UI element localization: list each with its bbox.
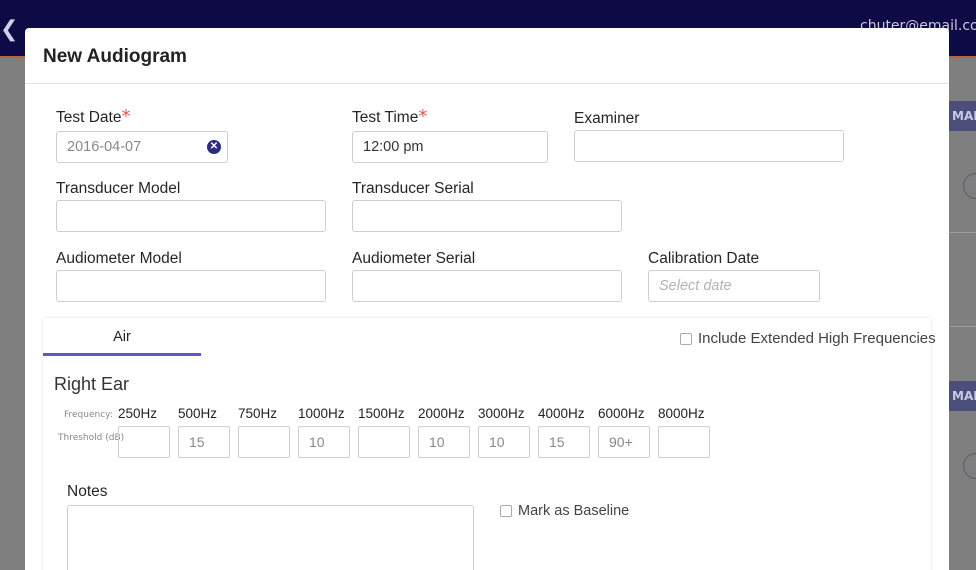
transducer-serial-input[interactable] bbox=[352, 200, 622, 232]
transducer-model-label: Transducer Model bbox=[56, 180, 181, 197]
threshold-input[interactable] bbox=[658, 426, 710, 458]
frequency-row-label: Frequency: bbox=[64, 410, 113, 420]
threshold-input[interactable]: 10 bbox=[298, 426, 350, 458]
notes-label: Notes bbox=[67, 483, 108, 500]
frequency-label: 8000Hz bbox=[658, 406, 705, 421]
test-date-label: Test Date* bbox=[56, 106, 131, 127]
audiometer-serial-input[interactable] bbox=[352, 270, 622, 302]
frequency-label: 2000Hz bbox=[418, 406, 465, 421]
threshold-input[interactable] bbox=[238, 426, 290, 458]
include-extended-frequencies[interactable]: Include Extended High Frequencies bbox=[680, 330, 936, 347]
threshold-input[interactable]: 10 bbox=[418, 426, 470, 458]
modal-title: New Audiogram bbox=[43, 46, 187, 67]
background-tag: MAR bbox=[948, 381, 976, 411]
tab-air[interactable]: Air bbox=[43, 318, 201, 356]
new-audiogram-modal: New Audiogram Test Date* 2016-04-07 ✕ Te… bbox=[25, 28, 949, 570]
extended-frequencies-checkbox[interactable] bbox=[680, 332, 692, 345]
required-mark: * bbox=[121, 106, 131, 127]
modal-header: New Audiogram bbox=[25, 28, 949, 84]
frequency-label: 1000Hz bbox=[298, 406, 345, 421]
clear-date-icon[interactable]: ✕ bbox=[207, 140, 221, 154]
test-time-label: Test Time* bbox=[352, 106, 428, 127]
audiometer-model-input[interactable] bbox=[56, 270, 326, 302]
notes-textarea[interactable] bbox=[67, 505, 474, 570]
test-date-input[interactable]: 2016-04-07 ✕ bbox=[56, 131, 228, 163]
frequency-label: 3000Hz bbox=[478, 406, 525, 421]
required-mark: * bbox=[418, 106, 428, 127]
ear-title: Right Ear bbox=[54, 374, 130, 394]
chevron-left-icon[interactable]: ❮ bbox=[0, 18, 18, 42]
threshold-input[interactable]: 90+ bbox=[598, 426, 650, 458]
frequency-label: 750Hz bbox=[238, 406, 278, 421]
frequency-label: 4000Hz bbox=[538, 406, 585, 421]
frequency-label: 500Hz bbox=[178, 406, 218, 421]
audiometer-model-label: Audiometer Model bbox=[56, 250, 182, 267]
frequency-label: 1500Hz bbox=[358, 406, 405, 421]
mark-as-baseline[interactable]: Mark as Baseline bbox=[500, 503, 629, 519]
examiner-label: Examiner bbox=[574, 110, 640, 127]
background-divider bbox=[948, 326, 976, 327]
threshold-row-label: Threshold (dB) bbox=[58, 433, 125, 443]
audiometer-serial-label: Audiometer Serial bbox=[352, 250, 476, 267]
frequency-label: 6000Hz bbox=[598, 406, 645, 421]
threshold-input[interactable]: 10 bbox=[478, 426, 530, 458]
threshold-input[interactable] bbox=[118, 426, 170, 458]
background-circle-button bbox=[963, 173, 976, 199]
baseline-checkbox[interactable] bbox=[500, 505, 512, 517]
transducer-model-input[interactable] bbox=[56, 200, 326, 232]
examiner-input[interactable] bbox=[574, 130, 844, 162]
frequency-label: 250Hz bbox=[118, 406, 158, 421]
threshold-input[interactable] bbox=[358, 426, 410, 458]
background-circle-button bbox=[963, 453, 976, 479]
calibration-date-label: Calibration Date bbox=[648, 250, 760, 267]
background-tag: MAR bbox=[948, 101, 976, 131]
background-divider bbox=[948, 232, 976, 233]
transducer-serial-label: Transducer Serial bbox=[352, 180, 474, 197]
audiogram-panel: Air Include Extended High Frequencies Ri… bbox=[43, 318, 936, 570]
threshold-input[interactable]: 15 bbox=[538, 426, 590, 458]
threshold-input[interactable]: 15 bbox=[178, 426, 230, 458]
calibration-date-input[interactable]: Select date bbox=[648, 270, 820, 302]
test-time-input[interactable]: 12:00 pm bbox=[352, 131, 548, 163]
